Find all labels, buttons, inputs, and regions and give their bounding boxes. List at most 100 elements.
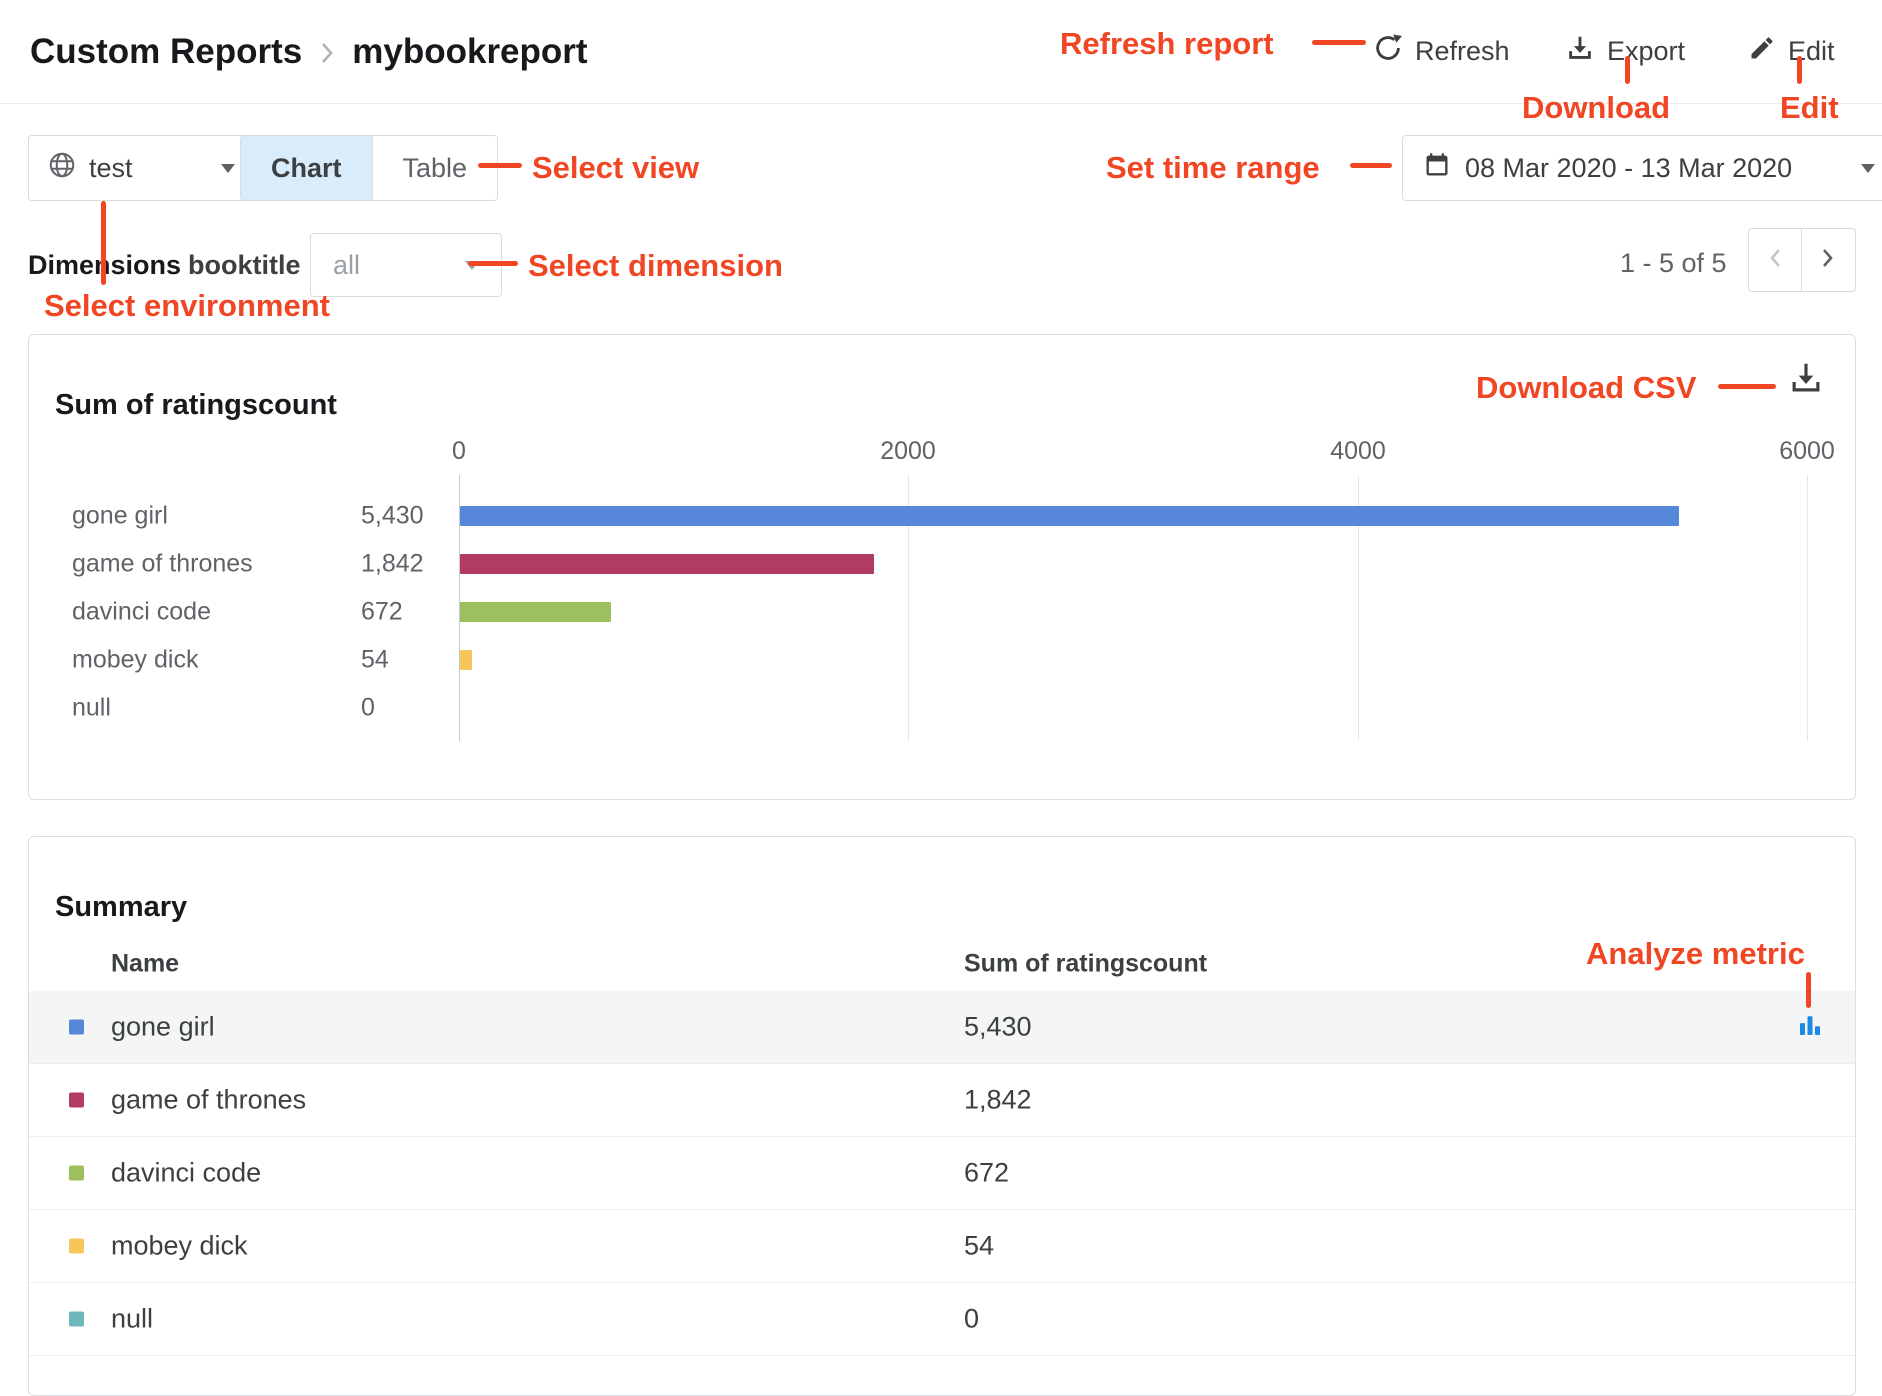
table-row[interactable]: game of thrones 1,842 (29, 1064, 1855, 1137)
table-row[interactable]: null 0 (29, 1283, 1855, 1356)
annotation-download: Download (1522, 90, 1670, 126)
view-toggle: Chart Table (240, 135, 498, 201)
category-label: null (72, 694, 111, 723)
breadcrumb-custom-reports[interactable]: Custom Reports (30, 32, 302, 72)
x-axis-tick: 4000 (1330, 437, 1386, 466)
category-label: game of thrones (72, 550, 253, 579)
annotation-analyze-metric: Analyze metric (1586, 936, 1805, 972)
calendar-icon (1423, 151, 1451, 186)
category-label: davinci code (72, 598, 211, 627)
legend-square (69, 1166, 84, 1181)
pagination-status: 1 - 5 of 5 (1620, 248, 1727, 279)
annotation-set-time-range: Set time range (1106, 150, 1320, 186)
table-row[interactable]: davinci code 672 (29, 1137, 1855, 1210)
value-label: 5,430 (361, 502, 424, 531)
annotation-line (468, 261, 518, 266)
refresh-icon (1373, 33, 1403, 70)
pagination-next-button[interactable] (1801, 229, 1854, 291)
annotation-select-dimension: Select dimension (528, 248, 783, 284)
edit-label: Edit (1788, 36, 1835, 67)
download-icon (1787, 359, 1825, 402)
export-label: Export (1607, 36, 1685, 67)
bar-chart-icon (1795, 1010, 1825, 1045)
value-label: 0 (361, 694, 375, 723)
bar[interactable] (460, 602, 611, 622)
annotation-select-view: Select view (532, 150, 699, 186)
header: Custom Reports mybookreport Refresh Expo… (0, 0, 1882, 104)
bar[interactable] (460, 650, 472, 670)
annotation-edit: Edit (1780, 90, 1839, 126)
tab-chart[interactable]: Chart (241, 136, 372, 200)
table-row[interactable]: gone girl 5,430 (29, 991, 1855, 1064)
row-name: gone girl (111, 1012, 215, 1043)
category-label: mobey dick (72, 646, 198, 675)
pencil-icon (1748, 34, 1776, 69)
download-csv-button[interactable] (1783, 357, 1829, 403)
breadcrumb-report-name: mybookreport (352, 32, 587, 72)
annotation-line (1350, 163, 1392, 168)
annotation-download-csv: Download CSV (1476, 370, 1696, 406)
column-header-name: Name (111, 950, 179, 979)
row-name: game of thrones (111, 1085, 306, 1116)
dimension-value: all (333, 250, 360, 281)
annotation-line (1797, 56, 1802, 84)
summary-card: Summary Name Sum of ratingscount gone gi… (28, 836, 1856, 1396)
chart-title: Sum of ratingscount (55, 389, 337, 422)
legend-square (69, 1020, 84, 1035)
x-axis-tick: 2000 (880, 437, 936, 466)
annotation-line (1312, 40, 1366, 45)
date-range-value: 08 Mar 2020 - 13 Mar 2020 (1465, 153, 1792, 184)
date-range-selector[interactable]: 08 Mar 2020 - 13 Mar 2020 (1402, 135, 1882, 201)
row-name: davinci code (111, 1158, 261, 1189)
row-value: 1,842 (964, 1085, 1032, 1116)
annotation-line (1718, 384, 1776, 389)
annotation-line (1625, 56, 1630, 84)
row-value: 5,430 (964, 1012, 1032, 1043)
annotation-refresh-report: Refresh report (1060, 26, 1274, 62)
chart-row: mobey dick 54 (29, 636, 1855, 684)
chevron-down-icon (1861, 164, 1875, 173)
legend-square (69, 1093, 84, 1108)
annotation-line (101, 201, 106, 285)
value-label: 54 (361, 646, 389, 675)
download-icon (1565, 33, 1595, 70)
pagination-prev-button[interactable] (1749, 229, 1801, 291)
bar[interactable] (460, 554, 874, 574)
row-value: 0 (964, 1304, 979, 1335)
table-row[interactable]: mobey dick 54 (29, 1210, 1855, 1283)
chart-row: davinci code 672 (29, 588, 1855, 636)
row-name: mobey dick (111, 1231, 248, 1262)
chevron-right-icon (1821, 247, 1835, 274)
row-name: null (111, 1304, 153, 1335)
legend-square (69, 1239, 84, 1254)
dimension-name: booktitle (188, 250, 301, 281)
x-axis-tick: 0 (452, 437, 466, 466)
analyze-metric-button[interactable] (1793, 1010, 1827, 1044)
environment-select[interactable]: test (28, 135, 254, 201)
value-label: 1,842 (361, 550, 424, 579)
annotation-line (478, 163, 522, 168)
export-button[interactable]: Export (1565, 0, 1685, 103)
pagination (1748, 228, 1856, 292)
annotation-line (1806, 972, 1811, 1008)
chevron-down-icon (221, 164, 235, 173)
row-value: 54 (964, 1231, 994, 1262)
annotation-select-environment: Select environment (44, 288, 330, 324)
x-axis-tick: 6000 (1779, 437, 1835, 466)
refresh-button[interactable]: Refresh (1373, 0, 1510, 103)
bar[interactable] (460, 506, 1679, 526)
environment-value: test (89, 153, 133, 184)
category-label: gone girl (72, 502, 168, 531)
column-header-value: Sum of ratingscount (964, 950, 1207, 979)
breadcrumb: Custom Reports mybookreport (30, 0, 588, 103)
tab-table[interactable]: Table (372, 136, 498, 200)
chart-row: null 0 (29, 684, 1855, 732)
legend-square (69, 1312, 84, 1327)
chevron-right-icon (320, 40, 334, 66)
value-label: 672 (361, 598, 403, 627)
custom-report-page: Custom Reports mybookreport Refresh Expo… (0, 0, 1882, 1396)
table-header: Name Sum of ratingscount (29, 937, 1855, 992)
edit-button[interactable]: Edit (1748, 0, 1835, 103)
table-body: gone girl 5,430 game of thrones 1,842 da… (29, 991, 1855, 1356)
row-value: 672 (964, 1158, 1009, 1189)
